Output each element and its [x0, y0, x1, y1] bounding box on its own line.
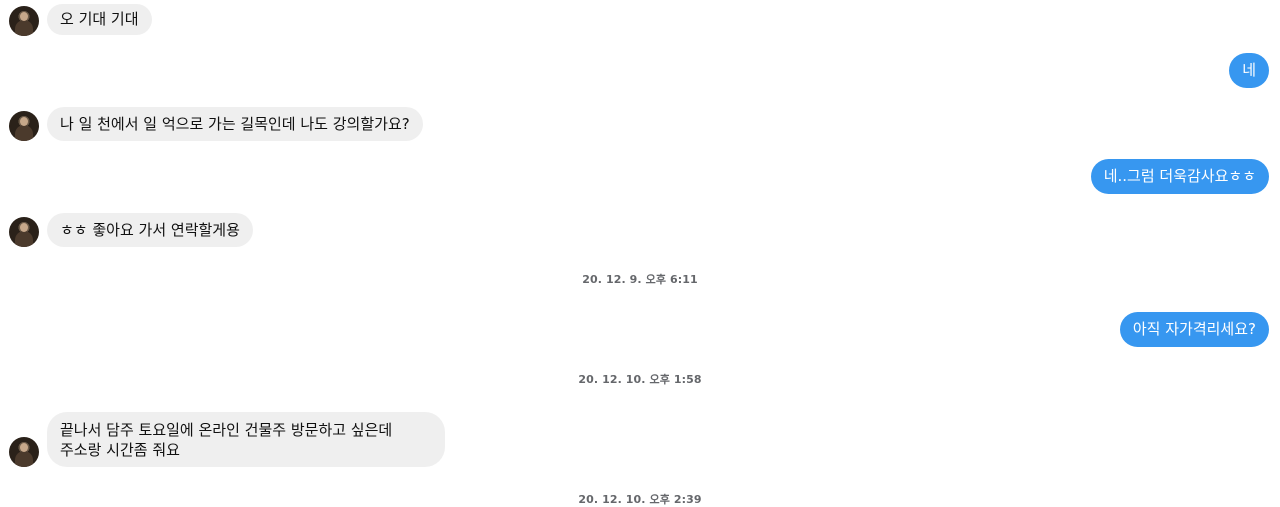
message-text: 오 기대 기대 — [60, 10, 139, 28]
incoming-message-bubble[interactable]: 오 기대 기대 — [47, 4, 152, 35]
timestamp: 20. 12. 9. 오후 6:11 — [582, 273, 698, 286]
incoming-message-bubble[interactable]: 나 일 천에서 일 억으로 가는 길목인데 나도 강의할가요? — [47, 107, 423, 141]
outgoing-message-bubble[interactable]: 네 — [1229, 53, 1269, 88]
incoming-message-bubble[interactable]: 끝나서 담주 토요일에 온라인 건물주 방문하고 싶은데 주소랑 시간좀 줘요 — [47, 412, 445, 467]
timestamp: 20. 12. 10. 오후 1:58 — [578, 373, 702, 386]
message-text: 나 일 천에서 일 억으로 가는 길목인데 나도 강의할가요? — [60, 115, 410, 133]
message-row: 아직 자가격리세요? — [0, 312, 1280, 347]
message-text: 아직 자가격리세요? — [1132, 320, 1256, 338]
outgoing-message-bubble[interactable]: 네..그럼 더욱감사요ㅎㅎ — [1090, 159, 1269, 194]
outgoing-message-bubble[interactable]: 아직 자가격리세요? — [1119, 312, 1269, 347]
message-row: 끝나서 담주 토요일에 온라인 건물주 방문하고 싶은데 주소랑 시간좀 줘요 — [0, 412, 1280, 467]
message-row: 오 기대 기대 — [0, 4, 1280, 36]
contact-avatar[interactable] — [9, 6, 39, 36]
message-row: ㅎㅎ 좋아요 가서 연락할게용 — [0, 213, 1280, 247]
message-row: 나 일 천에서 일 억으로 가는 길목인데 나도 강의할가요? — [0, 107, 1280, 142]
message-text: 네 — [1242, 61, 1256, 79]
timestamp: 20. 12. 10. 오후 2:39 — [578, 493, 702, 506]
message-text: ㅎㅎ 좋아요 가서 연락할게용 — [60, 221, 240, 239]
incoming-message-bubble[interactable]: ㅎㅎ 좋아요 가서 연락할게용 — [47, 213, 253, 247]
contact-avatar[interactable] — [9, 111, 39, 141]
message-text-line: 주소랑 시간좀 줘요 — [60, 441, 180, 459]
contact-avatar[interactable] — [9, 217, 39, 247]
message-row: 네..그럼 더욱감사요ㅎㅎ — [0, 159, 1280, 194]
message-row: 네 — [0, 53, 1280, 88]
message-text: 네..그럼 더욱감사요ㅎㅎ — [1103, 167, 1256, 185]
contact-avatar[interactable] — [9, 437, 39, 467]
message-text-line: 끝나서 담주 토요일에 온라인 건물주 방문하고 싶은데 — [60, 421, 393, 439]
